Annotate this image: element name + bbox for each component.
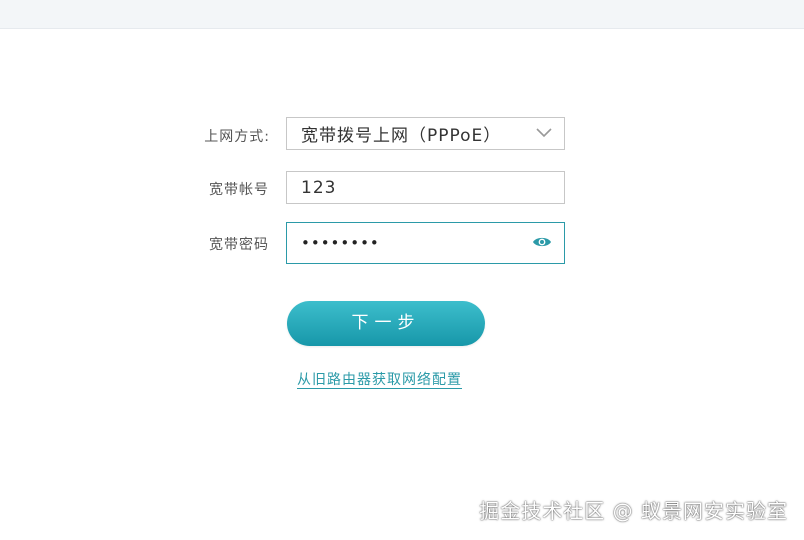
chevron-down-icon [536, 128, 552, 138]
watermark: 掘金技术社区 @ 蚁景网安实验室 [479, 499, 788, 523]
account-field[interactable] [286, 171, 565, 204]
account-label: 宽带帐号 [209, 182, 269, 198]
account-input[interactable] [301, 177, 521, 198]
connection-type-select[interactable]: 宽带拨号上网（PPPoE） [286, 117, 565, 150]
password-input[interactable]: •••••••• [301, 234, 380, 252]
connection-type-value: 宽带拨号上网（PPPoE） [301, 126, 502, 146]
top-bar [0, 0, 804, 29]
eye-icon[interactable] [532, 235, 552, 249]
connection-type-label: 上网方式: [204, 129, 270, 145]
get-config-from-old-router-link[interactable]: 从旧路由器获取网络配置 [297, 369, 462, 389]
password-field[interactable]: •••••••• [286, 222, 565, 264]
next-step-button[interactable]: 下一步 [287, 301, 485, 346]
password-label: 宽带密码 [209, 237, 269, 253]
